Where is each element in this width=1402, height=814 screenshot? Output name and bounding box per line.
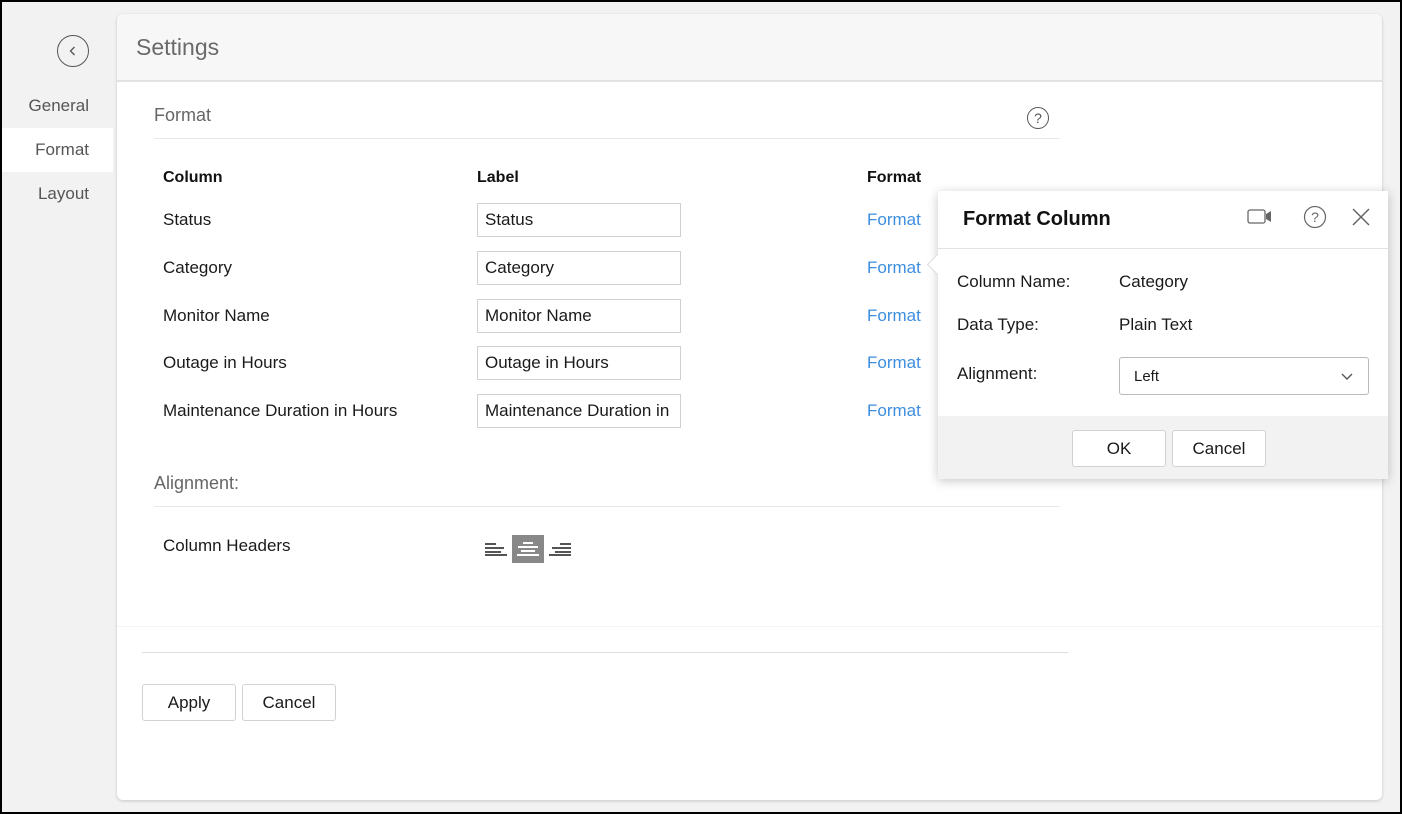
popup-title: Format Column (963, 208, 1111, 230)
format-section-title: Format (154, 105, 212, 125)
apply-button[interactable]: Apply (142, 684, 236, 721)
align-center-icon (517, 542, 539, 556)
popup-help-icon[interactable]: ? (1303, 205, 1327, 234)
content-divider (117, 626, 1382, 627)
align-right-button[interactable] (544, 535, 576, 563)
column-name: Outage in Hours (163, 353, 287, 372)
alignment-label: Alignment: (957, 364, 1038, 383)
cancel-button[interactable]: Cancel (242, 684, 336, 721)
sidebar-nav: General Format Layout (2, 84, 113, 216)
label-input[interactable] (477, 299, 681, 333)
help-icon[interactable]: ? (1027, 107, 1049, 129)
format-link[interactable]: Format (867, 346, 921, 380)
column-header-format: Format (867, 169, 922, 186)
chevron-down-icon (1341, 373, 1353, 380)
ok-button[interactable]: OK (1072, 430, 1166, 467)
popup-cancel-button[interactable]: Cancel (1172, 430, 1266, 467)
column-name: Category (163, 258, 232, 277)
popup-footer: OK Cancel (938, 416, 1388, 479)
video-camera-icon[interactable] (1247, 208, 1273, 231)
format-link[interactable]: Format (867, 203, 921, 237)
alignment-section-title: Alignment: (154, 473, 240, 493)
format-link[interactable]: Format (867, 251, 921, 285)
data-type-label: Data Type: (957, 315, 1039, 334)
align-center-button[interactable] (512, 535, 544, 563)
format-column-popup: Format Column ? Column Name: Category Da… (926, 191, 1388, 479)
column-header-label: Label (477, 169, 519, 186)
section-divider (154, 506, 1060, 507)
popup-body: Column Name: Category Data Type: Plain T… (938, 249, 1388, 416)
column-name: Maintenance Duration in Hours (163, 401, 398, 420)
column-name-value: Category (1119, 272, 1188, 291)
label-input[interactable] (477, 346, 681, 380)
panel-header: Settings (117, 14, 1382, 82)
back-button[interactable] (57, 35, 89, 67)
popup-header: Format Column ? (938, 191, 1388, 249)
format-link[interactable]: Format (867, 299, 921, 333)
chevron-left-icon (69, 46, 75, 56)
alignment-select-value: Left (1134, 368, 1160, 385)
alignment-toggle-group (480, 535, 576, 563)
section-divider (154, 138, 1060, 139)
sidebar-item-format[interactable]: Format (2, 128, 113, 172)
alignment-select[interactable]: Left (1119, 357, 1369, 395)
sidebar-item-general[interactable]: General (2, 84, 113, 128)
align-right-icon (549, 543, 571, 556)
close-icon[interactable] (1351, 207, 1371, 232)
column-headers-label: Column Headers (163, 536, 291, 555)
column-name: Status (163, 210, 212, 229)
page-title: Settings (136, 33, 220, 60)
column-header-column: Column (163, 169, 223, 186)
label-input[interactable] (477, 394, 681, 428)
label-input[interactable] (477, 203, 681, 237)
data-type-value: Plain Text (1119, 315, 1193, 334)
column-name: Monitor Name (163, 306, 270, 325)
footer-divider (142, 652, 1068, 653)
align-left-button[interactable] (480, 535, 512, 563)
format-link[interactable]: Format (867, 394, 921, 428)
sidebar-item-layout[interactable]: Layout (2, 172, 113, 216)
align-left-icon (485, 543, 507, 556)
app-frame: General Format Layout Settings Format ? … (2, 2, 1400, 812)
svg-text:?: ? (1311, 209, 1319, 225)
label-input[interactable] (477, 251, 681, 285)
column-name-label: Column Name: (957, 272, 1071, 291)
